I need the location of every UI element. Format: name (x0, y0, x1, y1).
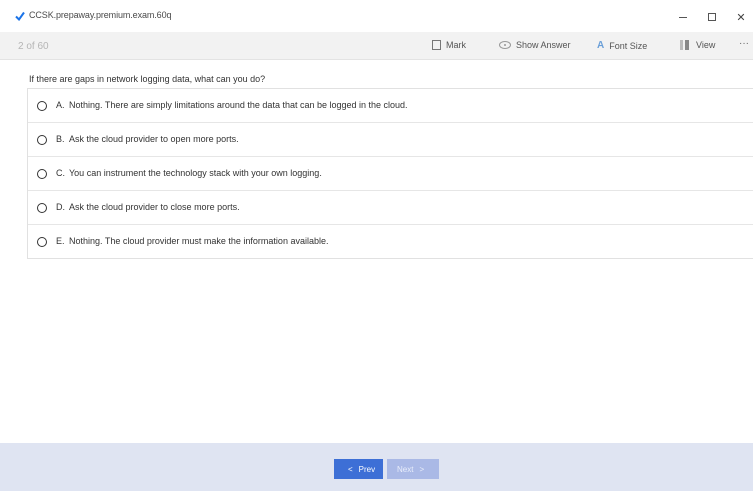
option-text: Ask the cloud provider to open more port… (69, 134, 239, 144)
font-size-button[interactable]: A Font Size (597, 40, 647, 51)
next-label: Next (397, 464, 414, 474)
maximize-button[interactable] (701, 8, 723, 26)
option-letter: A. (56, 100, 65, 110)
font-size-label: Font Size (609, 40, 648, 51)
chevron-right-icon: > (419, 464, 425, 474)
view-icon (680, 40, 691, 50)
option-letter: B. (56, 134, 65, 144)
answer-options: A. Nothing. There are simply limitations… (27, 88, 753, 259)
radio-button-icon[interactable] (37, 135, 47, 145)
bookmark-icon (432, 40, 441, 50)
radio-button-icon[interactable] (37, 101, 47, 111)
question-text: If there are gaps in network logging dat… (29, 74, 266, 84)
mark-label: Mark (446, 40, 466, 50)
show-answer-button[interactable]: Show Answer (499, 40, 571, 50)
eye-icon (499, 41, 511, 49)
option-b[interactable]: B. Ask the cloud provider to open more p… (28, 123, 753, 157)
mark-button[interactable]: Mark (432, 40, 466, 50)
radio-button-icon[interactable] (37, 237, 47, 247)
font-size-icon: A (597, 40, 605, 51)
option-letter: D. (56, 202, 65, 212)
prev-button[interactable]: < Prev (334, 459, 383, 479)
window-title: CCSK.prepaway.premium.exam.60q (29, 10, 172, 20)
close-button[interactable]: ✕ (730, 8, 752, 26)
toolbar: 2 of 60 Mark Show Answer A Font Size Vie… (0, 32, 753, 60)
option-text: Nothing. The cloud provider must make th… (69, 236, 329, 246)
view-label: View (696, 40, 716, 50)
show-answer-label: Show Answer (516, 40, 571, 50)
minimize-icon (679, 16, 687, 18)
option-text: You can instrument the technology stack … (69, 168, 322, 178)
option-d[interactable]: D. Ask the cloud provider to close more … (28, 191, 753, 225)
option-a[interactable]: A. Nothing. There are simply limitations… (28, 89, 753, 123)
question-counter: 2 of 60 (18, 41, 49, 52)
title-bar: CCSK.prepaway.premium.exam.60q ✕ (0, 0, 753, 32)
option-text: Nothing. There are simply limitations ar… (69, 100, 408, 110)
radio-button-icon[interactable] (37, 169, 47, 179)
close-icon: ✕ (736, 11, 746, 24)
chevron-left-icon: < (348, 464, 353, 474)
option-e[interactable]: E. Nothing. The cloud provider must make… (28, 225, 753, 258)
next-button[interactable]: Next > (387, 459, 439, 479)
view-button[interactable]: View (680, 40, 715, 50)
more-icon: ··· (739, 38, 749, 49)
app-check-icon (15, 11, 25, 21)
more-options-button[interactable]: ··· (739, 38, 749, 49)
option-c[interactable]: C. You can instrument the technology sta… (28, 157, 753, 191)
maximize-icon (708, 13, 716, 21)
option-letter: E. (56, 236, 65, 246)
minimize-button[interactable] (672, 8, 694, 26)
radio-button-icon[interactable] (37, 203, 47, 213)
prev-label: Prev (358, 464, 376, 474)
option-letter: C. (56, 168, 65, 178)
option-text: Ask the cloud provider to close more por… (69, 202, 240, 212)
